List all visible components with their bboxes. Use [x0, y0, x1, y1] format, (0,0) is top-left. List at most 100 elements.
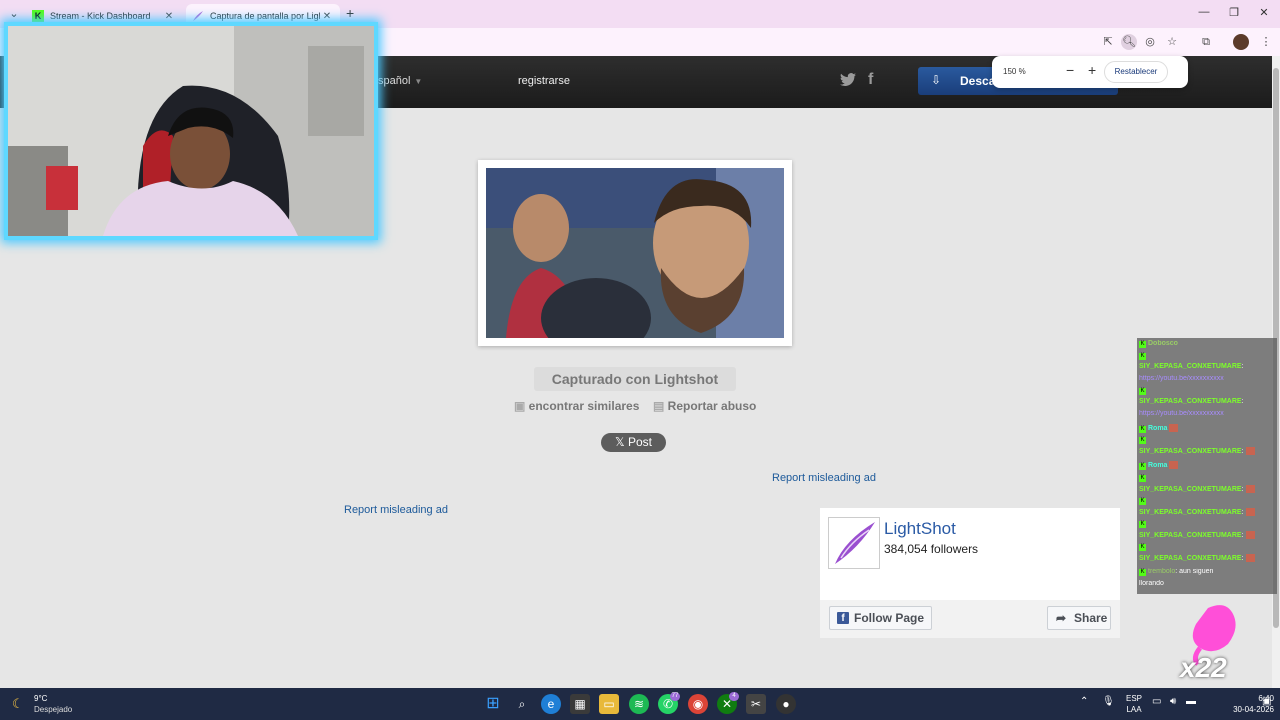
twitter-icon[interactable]	[840, 73, 856, 90]
chat-message: https://youtu.be/xxxxxxxxxx	[1139, 410, 1275, 421]
clipboard-icon: ▤	[653, 399, 668, 413]
file-explorer-icon[interactable]: ▭	[599, 694, 619, 714]
chrome-icon[interactable]: ◉	[688, 694, 708, 714]
zoom-out-button[interactable]: −	[1066, 62, 1074, 78]
stream-chat-overlay: K Dobosco K SIY_KEPASA_CONXETUMARE: https…	[1137, 338, 1277, 594]
chat-username: SIY_KEPASA_CONXETUMARE	[1139, 508, 1242, 516]
zoom-level: 150 %	[1003, 67, 1026, 76]
maximize-icon[interactable]: ❐	[1224, 6, 1244, 19]
chat-message: K	[1139, 352, 1275, 363]
chat-text: llorando	[1139, 580, 1164, 587]
fb-page-name[interactable]: LightShot	[884, 519, 956, 539]
post-label: Post	[628, 435, 653, 449]
store-icon[interactable]: ▦	[570, 694, 590, 714]
chat-username: SIY_KEPASA_CONXETUMARE	[1139, 447, 1242, 455]
chat-message: SIY_KEPASA_CONXETUMARE:	[1139, 485, 1275, 496]
find-similar-link[interactable]: ▣ encontrar similares	[514, 399, 639, 413]
chat-message: K	[1139, 543, 1275, 554]
xbox-badge: 4	[729, 692, 739, 701]
report-misleading-ad-link[interactable]: Report misleading ad	[772, 472, 876, 484]
chat-link[interactable]: https://youtu.be/xxxxxxxxxx	[1139, 375, 1224, 382]
keyboard-layout: LAA	[1126, 705, 1142, 714]
kick-badge-icon: K	[1139, 475, 1146, 482]
display-icon[interactable]: ▭	[1152, 696, 1161, 707]
profile-avatar[interactable]	[1233, 34, 1249, 50]
eye-off-icon[interactable]: ◎	[1142, 34, 1158, 50]
share-button[interactable]: ➦ Share	[1047, 606, 1111, 630]
emote-icon	[1245, 531, 1255, 539]
chat-message: SIY_KEPASA_CONXETUMARE:	[1139, 447, 1275, 458]
x-post-button[interactable]: 𝕏 Post	[601, 433, 666, 452]
emote-icon	[1245, 508, 1255, 516]
report-abuse-link[interactable]: ▤ Reportar abuso	[653, 399, 756, 413]
minimize-icon[interactable]: —	[1194, 6, 1214, 18]
language-label: spañol	[378, 75, 411, 87]
download-label: Desca	[960, 74, 996, 88]
edge-icon[interactable]: e	[541, 694, 561, 714]
chat-message: llorando	[1139, 580, 1275, 591]
zoom-reset-button[interactable]: Restablecer	[1104, 61, 1168, 83]
moon-icon: ☾	[12, 696, 24, 711]
install-app-icon[interactable]: ⇱	[1100, 34, 1116, 50]
combo-overlay: x22	[1178, 600, 1248, 686]
search-icon[interactable]: ⌕	[512, 694, 532, 714]
follow-page-label: Follow Page	[854, 611, 925, 625]
find-similar-label: encontrar similares	[528, 399, 640, 413]
screenshot-frame	[478, 160, 792, 346]
chat-message: SIY_KEPASA_CONXETUMARE:	[1139, 531, 1275, 542]
report-misleading-ad-link[interactable]: Report misleading ad	[344, 504, 448, 516]
kick-badge-icon: K	[1139, 521, 1146, 528]
whatsapp-badge: 77	[670, 692, 680, 701]
volume-icon[interactable]: 🔊︎	[1170, 696, 1176, 707]
chat-message: SIY_KEPASA_CONXETUMARE:	[1139, 508, 1275, 519]
kick-badge-icon: K	[1139, 544, 1146, 551]
kick-badge-icon: K	[1139, 388, 1146, 395]
zoom-icon[interactable]: 🔍︎	[1121, 34, 1137, 50]
kick-badge-icon: K	[1139, 462, 1146, 470]
close-tab-icon[interactable]: ✕	[162, 11, 176, 22]
emote-icon	[1169, 424, 1179, 432]
windows-start-icon[interactable]: ⊞	[483, 694, 503, 714]
tray-overflow-icon[interactable]: ⌃	[1080, 696, 1088, 707]
chat-text: :	[1241, 531, 1244, 539]
captured-with-lightshot-label: Capturado con Lightshot	[534, 367, 736, 391]
chat-message: https://youtu.be/xxxxxxxxxx	[1139, 375, 1275, 386]
recorder-icon[interactable]: ●	[776, 694, 796, 714]
close-tab-icon[interactable]: ✕	[320, 11, 334, 22]
chat-text: :	[1241, 508, 1244, 516]
input-language-indicator[interactable]: ESP LAA	[1124, 693, 1144, 715]
chevron-down-icon: ▼	[414, 77, 423, 86]
chat-message: SIY_KEPASA_CONXETUMARE:	[1139, 554, 1275, 565]
chat-link[interactable]: https://youtu.be/xxxxxxxxxx	[1139, 410, 1224, 417]
screenshot-image[interactable]	[486, 168, 784, 338]
spotify-icon[interactable]: ≋	[629, 694, 649, 714]
browser-menu-icon[interactable]: ⋮	[1258, 34, 1274, 50]
chat-message: K	[1139, 474, 1275, 485]
notifications-icon[interactable]: ▣	[1262, 696, 1271, 707]
lightshot-logo[interactable]	[828, 517, 880, 569]
emote-icon	[1245, 554, 1255, 562]
download-icon: ⇩	[930, 73, 942, 87]
register-link[interactable]: registrarse	[518, 75, 570, 87]
new-tab-button[interactable]: +	[346, 5, 354, 21]
chat-message: K Roma	[1139, 424, 1275, 435]
battery-icon[interactable]: ▬	[1186, 696, 1196, 707]
kick-badge-icon: K	[1139, 569, 1146, 576]
extensions-icon[interactable]: ⧉	[1198, 34, 1214, 50]
zoom-in-button[interactable]: +	[1088, 62, 1096, 78]
facebook-icon[interactable]: f	[868, 71, 873, 89]
snipping-tool-icon[interactable]: ✂	[746, 694, 766, 714]
chat-username: Dobosco	[1148, 340, 1178, 347]
chat-message: Ktrembolo: aun siguen	[1139, 568, 1275, 579]
tab-search-chevron-icon[interactable]: ⌄	[6, 6, 22, 22]
language-selector[interactable]: spañol ▼	[378, 75, 422, 87]
follow-page-button[interactable]: f Follow Page	[829, 606, 932, 630]
close-window-icon[interactable]: ✕	[1254, 6, 1274, 19]
microphone-icon[interactable]: 🎙︎	[1102, 696, 1115, 707]
chat-username: SIY_KEPASA_CONXETUMARE	[1139, 531, 1242, 539]
weather-description: Despejado	[34, 705, 73, 714]
kick-badge-icon: K	[1139, 437, 1146, 444]
kick-badge-icon: K	[1139, 425, 1146, 433]
bookmark-star-icon[interactable]: ☆	[1164, 34, 1180, 50]
language-code: ESP	[1125, 694, 1142, 703]
